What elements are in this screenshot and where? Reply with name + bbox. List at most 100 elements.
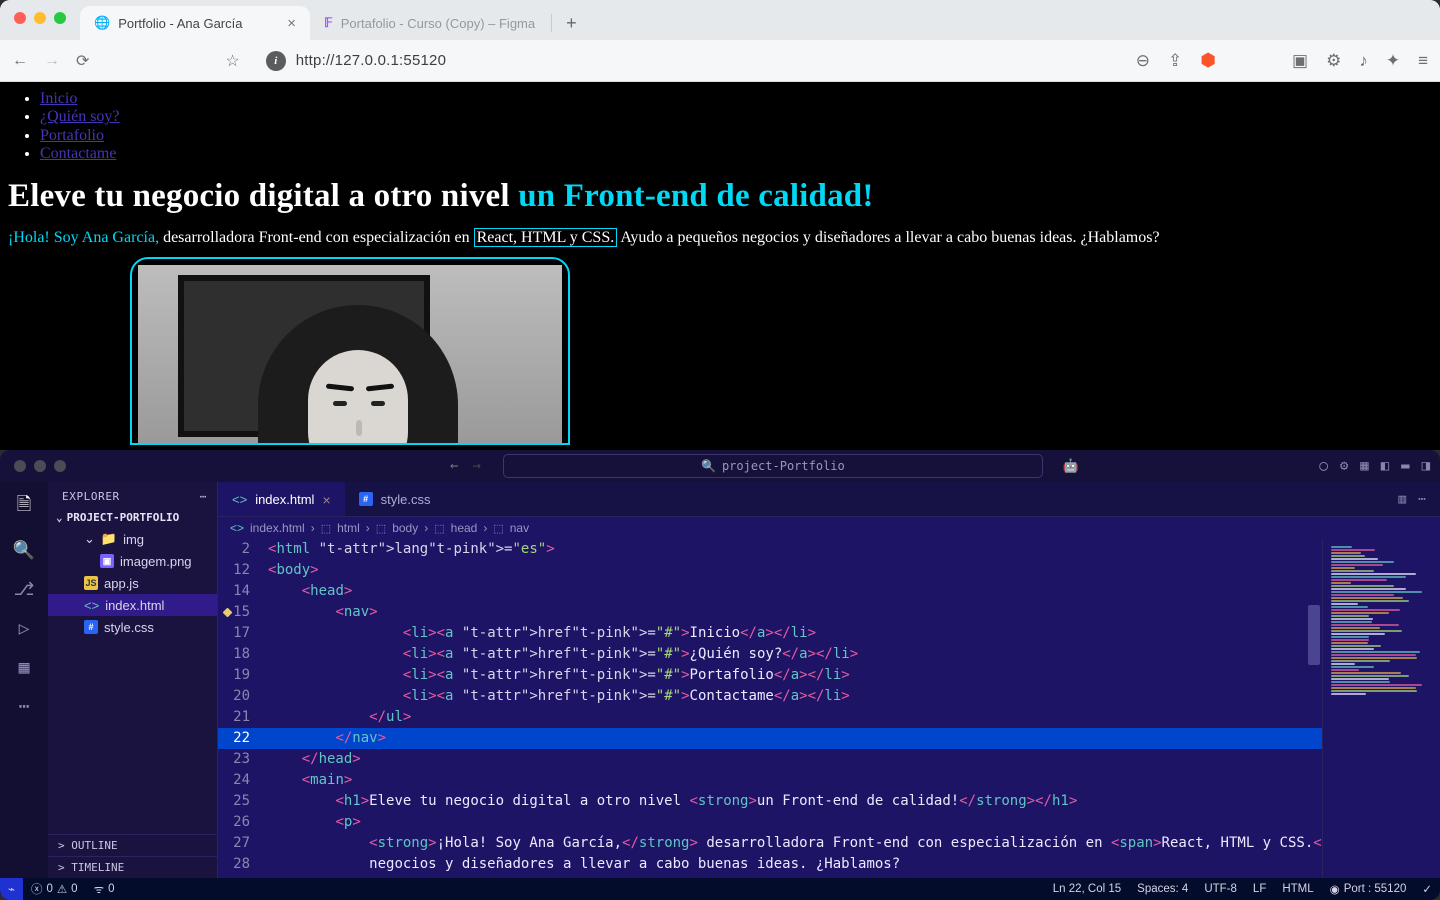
nav-back-icon[interactable]: ←	[450, 458, 458, 474]
code-line[interactable]: 28 negocios y diseñadores a llevar a cab…	[218, 854, 1440, 875]
tree-file-stylecss[interactable]: # style.css	[48, 616, 217, 638]
vscode-traffic-lights	[10, 460, 70, 472]
nav-forward-icon[interactable]: →	[472, 458, 480, 474]
command-center[interactable]: 🔍 project-Portfolio	[503, 454, 1043, 478]
settings-icon[interactable]: ⚙	[1340, 458, 1348, 474]
remote-indicator[interactable]: ⌁	[0, 878, 23, 900]
status-bar: ⌁ ⓧ0 ⚠0 ᯤ0 Ln 22, Col 15 Spaces: 4 UTF-8…	[0, 878, 1440, 900]
window-minimize-icon[interactable]	[34, 12, 46, 24]
html-file-icon: <>	[84, 598, 99, 613]
extensions-icon[interactable]: ⚙	[1326, 51, 1341, 71]
code-line[interactable]: 2<html "t-attr">lang"t-pink">="es">	[218, 539, 1440, 560]
nav-contactame[interactable]: Contactame	[40, 145, 116, 162]
new-tab-button[interactable]: +	[554, 5, 589, 42]
copilot-icon[interactable]: 🤖	[1063, 459, 1079, 474]
nav-inicio[interactable]: Inicio	[40, 90, 77, 107]
reload-button[interactable]: ⟳	[76, 51, 89, 71]
url-bar[interactable]: i http://127.0.0.1:55120	[266, 51, 1120, 71]
site-info-icon[interactable]: i	[266, 51, 286, 71]
status-cursor[interactable]: Ln 22, Col 15	[1045, 883, 1129, 895]
editor-tab-index[interactable]: <> index.html ×	[218, 482, 345, 516]
code-line[interactable]: 15 <nav>	[218, 602, 1440, 623]
code-line[interactable]: 12<body>	[218, 560, 1440, 581]
share-icon[interactable]: ⇪	[1168, 51, 1182, 71]
outline-section[interactable]: > OUTLINE	[48, 834, 217, 856]
window-zoom-icon[interactable]	[54, 460, 66, 472]
nav-quien[interactable]: ¿Quién soy?	[40, 108, 120, 125]
tree-file-indexhtml[interactable]: <> index.html	[48, 594, 217, 616]
more-icon[interactable]: ⋯	[19, 696, 30, 717]
timeline-section[interactable]: > TIMELINE	[48, 856, 217, 878]
html-file-icon: <>	[232, 492, 247, 507]
breadcrumb[interactable]: <> index.html › ⬚html › ⬚body › ⬚head › …	[218, 517, 1440, 539]
code-line[interactable]: 22 </nav>	[218, 728, 1440, 749]
minimap[interactable]	[1322, 539, 1440, 878]
url-text: http://127.0.0.1:55120	[296, 52, 446, 69]
code-line[interactable]: 23 </head>	[218, 749, 1440, 770]
account-icon[interactable]: ◯	[1319, 458, 1327, 474]
code-line[interactable]: 18 <li><a "t-attr">href"t-pink">="#">¿Qu…	[218, 644, 1440, 665]
code-line[interactable]: 17 <li><a "t-attr">href"t-pink">="#">Ini…	[218, 623, 1440, 644]
window-close-icon[interactable]	[14, 12, 26, 24]
layout-customizer-icon[interactable]: ▦	[1360, 458, 1368, 474]
tree-folder-img[interactable]: ⌄ 📁 img	[48, 528, 217, 550]
node-icon: ⬚	[493, 522, 503, 535]
status-spaces[interactable]: Spaces: 4	[1129, 883, 1196, 895]
bookmark-icon[interactable]: ☆	[225, 51, 239, 71]
pip-icon[interactable]: ▣	[1292, 51, 1308, 71]
project-root[interactable]: ⌄ PROJECT-PORTFOLIO	[48, 507, 217, 528]
browser-tab-portfolio[interactable]: 🌐 Portfolio - Ana García ×	[80, 6, 310, 40]
zoom-icon[interactable]: ⊖	[1136, 51, 1150, 71]
search-icon[interactable]: 🔍	[13, 540, 35, 561]
more-icon[interactable]: ⋯	[1418, 492, 1426, 507]
back-button[interactable]: ←	[12, 52, 28, 70]
window-minimize-icon[interactable]	[34, 460, 46, 472]
browser-tab-figma[interactable]: 𝔽 Portafolio - Curso (Copy) – Figma	[310, 6, 549, 40]
more-icon[interactable]: ⋯	[200, 490, 207, 503]
layout-left-icon[interactable]: ◧	[1381, 458, 1389, 474]
status-problems[interactable]: ⓧ0 ⚠0	[23, 881, 86, 897]
window-zoom-icon[interactable]	[54, 12, 66, 24]
status-encoding[interactable]: UTF-8	[1196, 883, 1245, 895]
file-tree: ⌄ 📁 img ▣ imagem.png JS app.js <> index.…	[48, 528, 217, 638]
css-file-icon: #	[84, 620, 98, 634]
tree-file-imagem[interactable]: ▣ imagem.png	[48, 550, 217, 572]
source-control-icon[interactable]: ⎇	[14, 579, 35, 600]
media-icon[interactable]: ♪	[1359, 51, 1368, 71]
brave-shield-icon[interactable]: ⬢	[1200, 50, 1216, 71]
explorer-icon[interactable]: 🗎	[17, 492, 31, 522]
code-line[interactable]: 24 <main>	[218, 770, 1440, 791]
scrollbar-thumb[interactable]	[1308, 605, 1320, 665]
code-line[interactable]: 25 <h1>Eleve tu negocio digital a otro n…	[218, 791, 1440, 812]
split-editor-icon[interactable]: ▥	[1398, 492, 1406, 507]
code-line[interactable]: 14 <head>	[218, 581, 1440, 602]
layout-right-icon[interactable]: ◨	[1422, 458, 1430, 474]
layout-bottom-icon[interactable]: ▬	[1401, 458, 1409, 474]
status-notifications[interactable]: ✓	[1414, 882, 1440, 896]
vscode-body: 🗎 🔍 ⎇ ▷ ▦ ⋯ EXPLORER ⋯ ⌄ PROJECT-PORTFOL…	[0, 482, 1440, 878]
run-debug-icon[interactable]: ▷	[19, 618, 30, 639]
status-liveserver[interactable]: ◉ Port : 55120	[1322, 882, 1415, 896]
status-radio[interactable]: ᯤ0	[86, 882, 123, 897]
status-lang[interactable]: HTML	[1274, 883, 1321, 895]
code-line[interactable]: 19 <li><a "t-attr">href"t-pink">="#">Por…	[218, 665, 1440, 686]
editor-tab-style[interactable]: # style.css	[345, 482, 445, 516]
code-line[interactable]: 20 <li><a "t-attr">href"t-pink">="#">Con…	[218, 686, 1440, 707]
code-editor[interactable]: 2<html "t-attr">lang"t-pink">="es">12<bo…	[218, 539, 1440, 878]
rewards-icon[interactable]: ✦	[1386, 51, 1400, 71]
status-eol[interactable]: LF	[1245, 883, 1274, 895]
window-close-icon[interactable]	[14, 460, 26, 472]
nav-portafolio[interactable]: Portafolio	[40, 127, 104, 144]
forward-button[interactable]: →	[44, 52, 60, 70]
extensions-icon[interactable]: ▦	[19, 657, 30, 678]
code-line[interactable]: 26 <p>	[218, 812, 1440, 833]
code-line[interactable]: 21 </ul>	[218, 707, 1440, 728]
code-line[interactable]: 27 <strong>¡Hola! Soy Ana García,</stron…	[218, 833, 1440, 854]
close-icon[interactable]: ×	[287, 15, 296, 32]
close-icon[interactable]: ×	[322, 492, 330, 508]
menu-icon[interactable]: ≡	[1418, 51, 1428, 71]
file-label: imagem.png	[120, 554, 192, 569]
globe-icon: 🌐	[94, 15, 110, 31]
explorer-header: EXPLORER ⋯	[48, 482, 217, 507]
tree-file-appjs[interactable]: JS app.js	[48, 572, 217, 594]
